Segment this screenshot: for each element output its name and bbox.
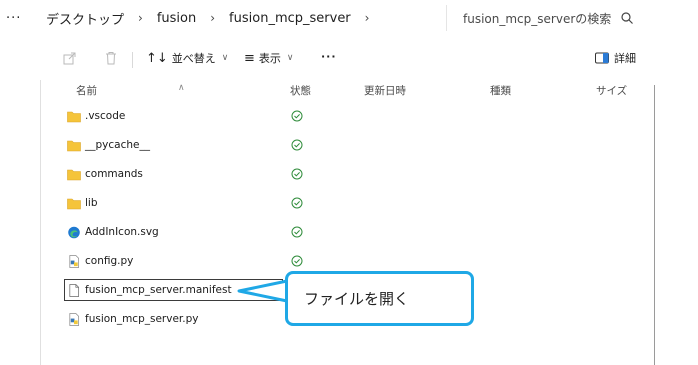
folder-icon xyxy=(67,111,81,123)
search-input[interactable]: fusion_mcp_serverの検索 xyxy=(446,5,644,31)
column-header-status[interactable]: 状態 xyxy=(290,83,311,98)
sync-ok-icon xyxy=(291,110,303,122)
file-name: __pycache__ xyxy=(85,139,150,151)
file-name: fusion_mcp_server.manifest xyxy=(85,284,232,296)
breadcrumb-fusion-mcp-server[interactable]: fusion_mcp_server xyxy=(223,11,357,26)
sync-ok-icon xyxy=(291,255,303,267)
file-row-addinicon-svg[interactable]: AddInIcon.svg xyxy=(40,218,654,247)
address-bar: ··· デスクトップ › fusion › fusion_mcp_server … xyxy=(0,0,698,36)
chevron-right-icon[interactable]: › xyxy=(202,11,223,25)
column-header-row: ∧ 名前 状態 更新日時 種類 サイズ xyxy=(40,78,654,100)
breadcrumb-overflow-button[interactable]: ··· xyxy=(6,11,21,26)
folder-icon xyxy=(67,169,81,181)
details-pane-button[interactable]: 詳細 xyxy=(594,50,636,66)
folder-icon xyxy=(67,140,81,152)
sync-ok-icon xyxy=(291,139,303,151)
chevron-down-icon: ∨ xyxy=(286,53,294,63)
sort-ascending-icon: ∧ xyxy=(178,83,185,93)
edge-svg-icon xyxy=(68,226,80,239)
file-row-lib[interactable]: lib xyxy=(40,189,654,218)
file-row-pycache[interactable]: __pycache__ xyxy=(40,131,654,160)
view-button[interactable]: ≡ 表示 ∨ xyxy=(244,50,294,66)
share-icon xyxy=(63,52,76,65)
python-file-icon xyxy=(69,313,80,326)
column-header-size[interactable]: サイズ xyxy=(596,83,627,98)
file-row-commands[interactable]: commands xyxy=(40,160,654,189)
scrollbar-track[interactable] xyxy=(654,85,655,365)
search-placeholder: fusion_mcp_serverの検索 xyxy=(463,11,612,26)
view-lines-icon: ≡ xyxy=(244,50,255,66)
callout-box: ファイルを開く xyxy=(285,271,474,326)
column-header-name[interactable]: 名前 xyxy=(76,83,97,98)
chevron-right-icon[interactable]: › xyxy=(357,11,378,25)
breadcrumb-fusion[interactable]: fusion xyxy=(151,11,202,26)
trash-icon xyxy=(106,52,116,65)
breadcrumb: ··· デスクトップ › fusion › fusion_mcp_server … xyxy=(6,0,378,36)
delete-button[interactable] xyxy=(103,50,119,66)
more-options-button[interactable]: ··· xyxy=(321,50,337,63)
file-name: config.py xyxy=(85,255,134,267)
details-pane-icon xyxy=(595,52,609,64)
toolbar-divider xyxy=(132,52,133,68)
file-name: fusion_mcp_server.py xyxy=(85,313,199,325)
command-bar: ↑↓ 並べ替え ∨ ≡ 表示 ∨ ··· 詳細 xyxy=(40,44,660,74)
sync-ok-icon xyxy=(291,226,303,238)
callout-text: ファイルを開く xyxy=(304,290,410,308)
sort-label: 並べ替え xyxy=(171,52,216,65)
sort-arrows-icon: ↑↓ xyxy=(146,50,168,66)
breadcrumb-desktop[interactable]: デスクトップ xyxy=(40,9,130,28)
view-label: 表示 xyxy=(258,52,281,65)
chevron-down-icon: ∨ xyxy=(221,53,229,63)
details-label: 詳細 xyxy=(614,52,636,65)
sync-ok-icon xyxy=(291,168,303,180)
file-name: commands xyxy=(85,168,143,180)
chevron-right-icon[interactable]: › xyxy=(130,11,151,25)
sync-ok-icon xyxy=(291,197,303,209)
file-name: AddInIcon.svg xyxy=(85,226,159,238)
file-name: lib xyxy=(85,197,98,209)
file-row-vscode[interactable]: .vscode xyxy=(40,102,654,131)
column-header-modified[interactable]: 更新日時 xyxy=(364,83,406,98)
python-file-icon xyxy=(69,255,80,268)
document-icon xyxy=(69,284,80,297)
column-header-type[interactable]: 種類 xyxy=(490,83,511,98)
file-name: .vscode xyxy=(85,110,126,122)
sort-button[interactable]: ↑↓ 並べ替え ∨ xyxy=(146,50,228,66)
search-icon xyxy=(621,12,633,24)
folder-icon xyxy=(67,198,81,210)
share-button[interactable] xyxy=(62,50,78,66)
